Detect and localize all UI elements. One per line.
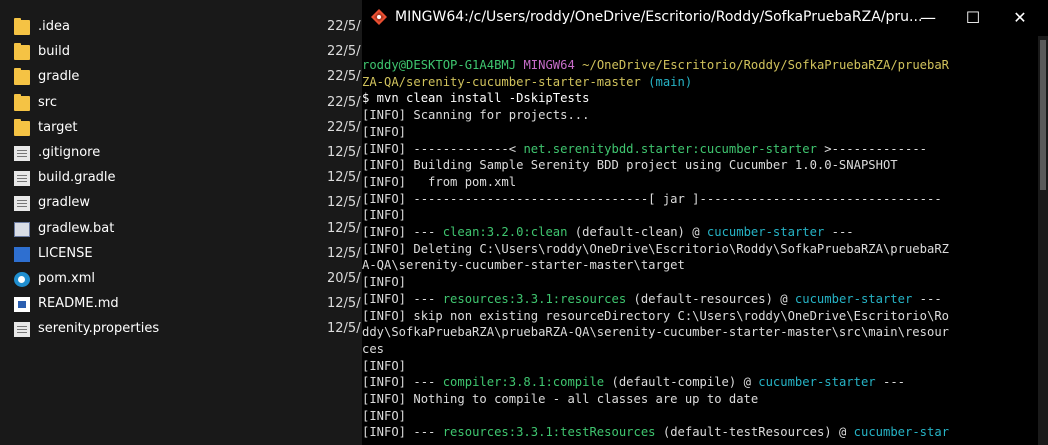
terminal-line: ZA-QA/serenity-cucumber-starter-master (… [362, 74, 693, 89]
terminal-line: [INFO] [362, 358, 407, 373]
file-row[interactable]: README.md 12/5/ [0, 292, 362, 317]
file-row[interactable]: serenity.properties 12/5/ [0, 317, 362, 342]
terminal-scrollbar[interactable] [1038, 36, 1048, 445]
terminal-line: [INFO] -------------< net.serenitybdd.st… [362, 141, 927, 156]
terminal-title: MINGW64:/c/Users/roddy/OneDrive/Escritor… [395, 9, 923, 25]
license-file-icon [14, 246, 30, 262]
file-name: target [38, 119, 78, 135]
file-date: 12/5/ [327, 321, 361, 337]
file-explorer-panel: .idea 22/5/build 22/5/gradle 22/5/src 22/5/t… [0, 0, 362, 445]
file-row[interactable]: src 22/5/ [0, 91, 362, 116]
file-name: build [38, 44, 70, 60]
terminal-output[interactable]: roddy@DESKTOP-G1A4BMJ MINGW64 ~/OneDrive… [362, 57, 1038, 445]
document-icon [14, 196, 30, 212]
close-button[interactable]: ✕ [1000, 4, 1040, 32]
file-name: LICENSE [38, 245, 93, 261]
file-name: pom.xml [38, 271, 95, 286]
file-row[interactable]: build.gradle 12/5/ [0, 166, 362, 191]
file-name: src [38, 94, 57, 110]
file-date: 22/5/ [327, 19, 361, 34]
file-date: 22/5/ [327, 69, 361, 85]
file-name: README.md [38, 296, 119, 312]
file-row[interactable]: gradle 22/5/ [0, 65, 362, 90]
folder-icon [14, 118, 30, 136]
document-icon [14, 171, 30, 187]
terminal-line: ddy\SofkaPruebaRZA\pruebaRZA-QA\serenity… [362, 325, 949, 340]
terminal-line: [INFO] --- compiler:3.8.1:compile (defau… [362, 375, 906, 390]
terminal-line: [INFO] --- resources:3.3.1:resources (de… [362, 291, 942, 306]
terminal-line: [INFO] --- resources:3.3.1:testResources… [362, 425, 950, 440]
terminal-line: [INFO] Scanning for projects... [362, 108, 590, 123]
terminal-line: [INFO] [362, 124, 407, 139]
git-bash-icon [371, 9, 387, 25]
terminal-line: [INFO] from pom.xml [362, 174, 517, 189]
terminal-line: [INFO] --------------------------------[… [362, 191, 942, 206]
file-row[interactable]: LICENSE 12/5/ [0, 242, 362, 267]
file-date: 12/5/ [327, 220, 361, 236]
file-row[interactable]: gradlew.bat 12/5/ [0, 217, 362, 242]
file-row[interactable]: gradlew 12/5/ [0, 191, 362, 216]
file-row[interactable]: build 22/5/ [0, 40, 362, 65]
terminal-titlebar[interactable]: MINGW64:/c/Users/roddy/OneDrive/Escritor… [362, 0, 1048, 36]
file-date: 12/5/ [327, 195, 361, 211]
file-date: 12/5/ [327, 245, 361, 261]
folder-icon [14, 43, 30, 61]
file-name: .idea [38, 19, 70, 34]
file-date: 22/5/ [327, 119, 361, 135]
document-icon [14, 146, 30, 161]
terminal-line: [INFO] [362, 208, 407, 223]
maximize-button[interactable]: ☐ [953, 4, 993, 32]
terminal-line: [INFO] --- clean:3.2.0:clean (default-cl… [362, 225, 854, 239]
terminal-line: A-QA\serenity-cucumber-starter-master\ta… [362, 258, 685, 273]
markdown-file-icon [14, 297, 30, 313]
terminal-line: [INFO] Building Sample Serenity BDD proj… [362, 158, 898, 173]
file-date: 22/5/ [327, 94, 361, 110]
folder-icon [14, 68, 30, 86]
file-row[interactable]: pom.xml 20/5/ [0, 267, 362, 292]
terminal-line: [INFO] [362, 408, 407, 423]
folder-icon [14, 93, 30, 111]
file-name: build.gradle [38, 170, 116, 186]
file-name: gradlew [38, 195, 91, 211]
terminal-line: $ mvn clean install -DskipTests [362, 91, 590, 106]
terminal-line: [INFO] [362, 275, 407, 290]
scrollbar-thumb[interactable] [1040, 40, 1046, 190]
file-row[interactable]: .gitignore 12/5/ [0, 141, 362, 166]
terminal-line: [INFO] Deleting C:\Users\roddy\OneDrive\… [362, 241, 949, 256]
file-name: gradle [38, 69, 80, 85]
terminal-line: roddy@DESKTOP-G1A4BMJ MINGW64 ~/OneDrive… [362, 58, 950, 72]
file-name: gradlew.bat [38, 220, 115, 236]
xml-file-icon [14, 272, 30, 287]
minimize-button[interactable]: — [908, 4, 948, 32]
file-name: serenity.properties [38, 321, 160, 337]
terminal-window[interactable]: MINGW64:/c/Users/roddy/OneDrive/Escritor… [362, 0, 1048, 445]
terminal-line: [INFO] Nothing to compile - all classes … [362, 392, 759, 406]
file-date: 20/5/ [327, 271, 361, 286]
file-date: 22/5/ [327, 44, 361, 60]
folder-icon [14, 18, 30, 35]
file-name: .gitignore [38, 145, 101, 160]
file-date: 12/5/ [327, 296, 361, 312]
document-icon [14, 322, 30, 338]
batch-file-icon [14, 221, 30, 237]
file-row[interactable]: target 22/5/ [0, 116, 362, 141]
terminal-line: [INFO] skip non existing resourceDirecto… [362, 308, 949, 323]
file-date: 12/5/ [327, 145, 361, 160]
file-row[interactable]: .idea 22/5/ [0, 15, 362, 40]
file-date: 12/5/ [327, 170, 361, 186]
terminal-line: ces [362, 341, 385, 356]
